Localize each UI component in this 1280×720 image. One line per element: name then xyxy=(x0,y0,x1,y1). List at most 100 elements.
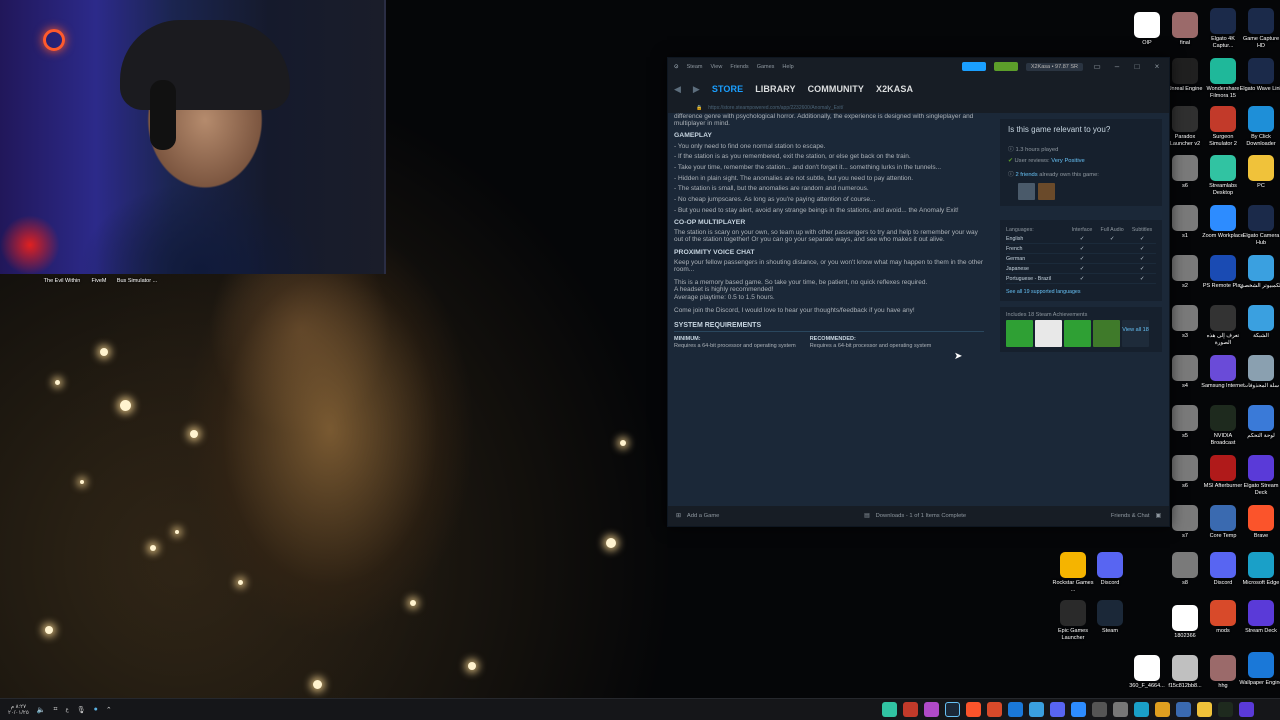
friend-avatar[interactable] xyxy=(1038,183,1055,200)
menu-view[interactable]: View xyxy=(711,64,723,70)
desktop-icon-label: سلة المحذوفات xyxy=(1243,383,1279,389)
minimum-label: MINIMUM: xyxy=(674,336,701,343)
gameplay-line: - If the station is as you remembered, e… xyxy=(674,153,911,161)
desktop-icon[interactable]: Steam xyxy=(1088,600,1132,635)
tab-store[interactable]: STORE xyxy=(712,84,743,94)
tab-profile[interactable]: X2KASA xyxy=(876,84,913,94)
language-indicator[interactable]: ع xyxy=(65,707,68,713)
url-bar[interactable]: 🔒 https://store.steampowered.com/app/223… xyxy=(668,103,1169,113)
taskbar-app-icon[interactable] xyxy=(1197,702,1212,717)
friends-chat-button[interactable]: Friends & Chat xyxy=(1111,513,1150,519)
desktop-icon-label: Bus Simulator ... xyxy=(116,278,158,284)
minimize-icon[interactable]: – xyxy=(1111,62,1123,71)
friend-avatars xyxy=(1018,183,1154,200)
taskbar-app-icon[interactable] xyxy=(1029,702,1044,717)
forward-arrow-icon[interactable]: ▶ xyxy=(693,84,700,95)
desktop-icon[interactable]: الشبكة xyxy=(1239,305,1280,340)
desktop-icon-bus-simulator[interactable]: Bus Simulator ... xyxy=(115,276,159,285)
reviews-value[interactable]: Very Positive xyxy=(1051,158,1085,164)
tray-app-icon[interactable]: ● xyxy=(94,706,98,713)
taskbar-app-icon[interactable] xyxy=(945,702,960,717)
tab-community[interactable]: COMMUNITY xyxy=(808,84,864,94)
info-icon xyxy=(1210,305,1236,331)
add-game-icon[interactable]: ⊞ xyxy=(676,513,681,519)
tab-library[interactable]: LIBRARY xyxy=(755,84,795,94)
downloads-icon[interactable]: ▤ xyxy=(864,513,869,519)
mic-icon[interactable]: 🎙 xyxy=(77,706,86,714)
download-icon xyxy=(1248,106,1274,132)
achievement-icon[interactable] xyxy=(1093,320,1120,347)
desktop-icon[interactable]: Elgato Camera Hub xyxy=(1239,205,1280,246)
desktop-icon[interactable]: Game Capture HD xyxy=(1239,8,1280,49)
menu-steam[interactable]: Steam xyxy=(687,64,703,70)
desktop-icon[interactable]: Wallpaper Engine xyxy=(1239,652,1280,687)
taskbar-app-icon[interactable] xyxy=(1113,702,1128,717)
friends-chat-icon[interactable]: ▣ xyxy=(1156,513,1161,519)
achievement-icon[interactable] xyxy=(1064,320,1091,347)
announcements-button[interactable] xyxy=(961,62,986,71)
discord-text: Come join the Discord, I would love to h… xyxy=(674,306,915,314)
account-menu[interactable]: X2Kasa • 97.87 SR xyxy=(1025,62,1083,71)
downloads-status[interactable]: Downloads - 1 of 1 Items Complete xyxy=(876,513,967,519)
desktop-icon[interactable]: PC xyxy=(1239,155,1280,190)
chevron-up-icon[interactable]: ⌃ xyxy=(106,706,112,714)
desktop-icon[interactable]: الكمبيوتر الشخصي xyxy=(1239,255,1280,290)
add-game-button[interactable]: Add a Game xyxy=(687,513,720,519)
taskbar-app-icon[interactable] xyxy=(882,702,897,717)
desktop-icon-label: Discord xyxy=(1100,580,1120,586)
taskbar-app-icon[interactable] xyxy=(987,702,1002,717)
taskbar-app-icon[interactable] xyxy=(924,702,939,717)
wallpaper-spark xyxy=(313,680,322,689)
achievement-icon[interactable] xyxy=(1006,320,1033,347)
speaker-icon[interactable]: 🔈 xyxy=(37,706,46,714)
maximize-icon[interactable]: □ xyxy=(1131,62,1143,71)
clock[interactable]: ٨:٢٧ م ٢٠/٠١/٢٥ xyxy=(8,704,29,716)
achievement-icon[interactable] xyxy=(1035,320,1062,347)
wallpaper-spark xyxy=(45,626,53,634)
voice-text: Keep your fellow passengers in shouting … xyxy=(674,258,984,274)
notifications-button[interactable] xyxy=(993,62,1018,71)
network-icon[interactable]: ⌗ xyxy=(54,706,58,714)
menu-help[interactable]: Help xyxy=(782,64,793,70)
taskbar-app-icon[interactable] xyxy=(1218,702,1233,717)
check-icon xyxy=(1096,273,1129,284)
menu-friends[interactable]: Friends xyxy=(730,64,748,70)
taskbar-app-icon[interactable] xyxy=(1050,702,1065,717)
taskbar-app-icon[interactable] xyxy=(966,702,981,717)
achievement-tiles: View all 18 xyxy=(1006,320,1156,347)
taskbar-app-icon[interactable] xyxy=(1176,702,1191,717)
taskbar-app-icon[interactable] xyxy=(1092,702,1107,717)
steam-window: ⊙ Steam View Friends Games Help X2Kasa •… xyxy=(667,57,1170,527)
steam-icon xyxy=(1097,600,1123,626)
desktop-icon[interactable]: By Click Downloader xyxy=(1239,106,1280,147)
desktop-icon[interactable]: Brave xyxy=(1239,505,1280,540)
wallpaper-engine-icon xyxy=(1248,652,1274,678)
desktop-icon[interactable]: Elgato Wave Link xyxy=(1239,58,1280,93)
taskbar-app-icon[interactable] xyxy=(1008,702,1023,717)
desktop-icon[interactable]: Microsoft Edge xyxy=(1239,552,1280,587)
desktop-icon[interactable]: Discord xyxy=(1088,552,1132,587)
taskbar-app-icon[interactable] xyxy=(1134,702,1149,717)
taskbar-app-icon[interactable] xyxy=(1239,702,1254,717)
taskbar-app-icon[interactable] xyxy=(1071,702,1086,717)
desktop-icon[interactable]: Elgato Stream Deck xyxy=(1239,455,1280,496)
image-icon xyxy=(1172,405,1198,431)
system-requirements-heading: SYSTEM REQUIREMENTS xyxy=(674,322,984,333)
recommended-label: RECOMMENDED: xyxy=(809,336,856,343)
desktop-icon[interactable]: Stream Deck xyxy=(1239,600,1280,635)
big-picture-icon[interactable]: ▭ xyxy=(1091,62,1103,71)
taskbar-app-icon[interactable] xyxy=(903,702,918,717)
friend-avatar[interactable] xyxy=(1018,183,1035,200)
view-all-achievements-button[interactable]: View all 18 xyxy=(1122,320,1149,347)
back-arrow-icon[interactable]: ◀ xyxy=(674,84,681,95)
friends-link[interactable]: 2 friends xyxy=(1015,172,1037,178)
see-all-languages-link[interactable]: See all 19 supported languages xyxy=(1006,289,1156,295)
menu-games[interactable]: Games xyxy=(757,64,775,70)
desktop-icon[interactable]: سلة المحذوفات xyxy=(1239,355,1280,390)
steam-bottom-bar: ⊞ Add a Game ▤ Downloads - 1 of 1 Items … xyxy=(668,506,1169,526)
desktop-icon[interactable]: لوحة التحكم xyxy=(1239,405,1280,440)
taskbar-app-icon[interactable] xyxy=(1155,702,1170,717)
close-icon[interactable]: × xyxy=(1151,62,1163,71)
desktop-icon-label: Wallpaper Engine xyxy=(1239,680,1280,686)
store-page-content: difference genre with psychological horr… xyxy=(668,113,1169,502)
